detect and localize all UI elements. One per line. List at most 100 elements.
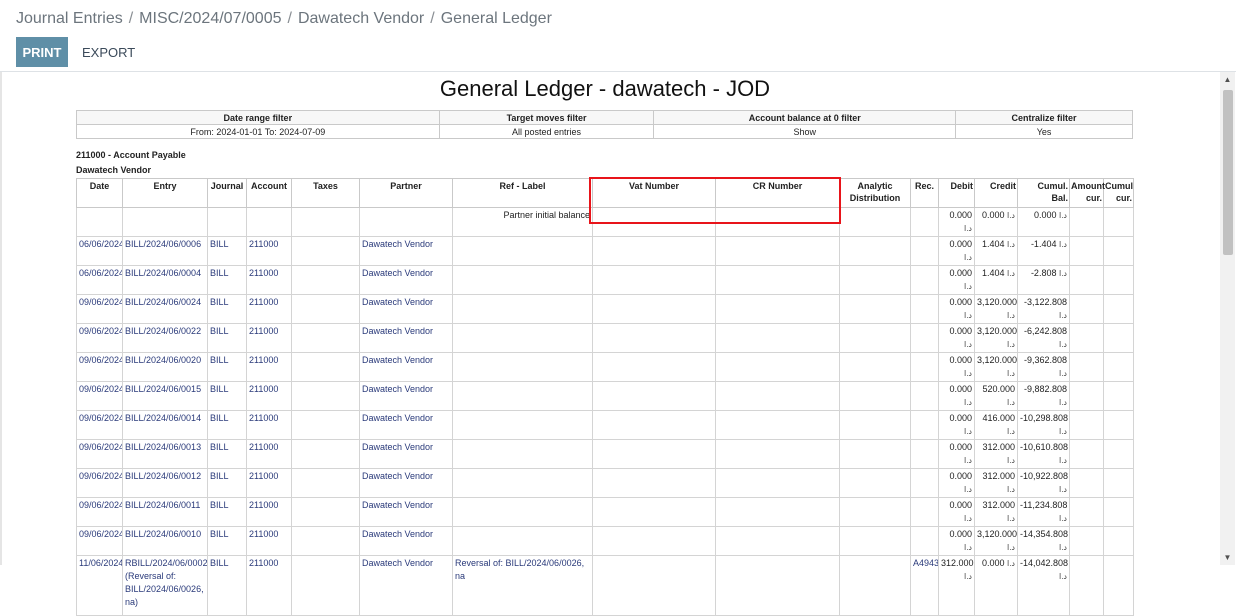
scroll-up-arrow-icon[interactable]: ▲: [1220, 72, 1235, 87]
cell-ref-label[interactable]: [452, 497, 593, 527]
cell-journal[interactable]: BILL: [207, 265, 247, 295]
cell-ref-label[interactable]: [452, 265, 593, 295]
scroll-down-arrow-icon[interactable]: ▼: [1220, 550, 1235, 565]
cell-cr-number: [715, 468, 840, 498]
cell-ref-label[interactable]: [452, 323, 593, 353]
cell-date[interactable]: 06/06/2024: [76, 265, 123, 295]
cell-account[interactable]: 211000: [246, 352, 292, 382]
cell-partner[interactable]: Dawatech Vendor: [359, 236, 453, 266]
cell-date[interactable]: 09/06/2024: [76, 381, 123, 411]
cell-date[interactable]: 09/06/2024: [76, 352, 123, 382]
cell-rec[interactable]: [910, 352, 939, 382]
cell-entry[interactable]: BILL/2024/06/0024: [122, 294, 208, 324]
cell-analytic: [839, 526, 911, 556]
cell-rec[interactable]: [910, 526, 939, 556]
column-header-ref-label: Ref - Label: [452, 178, 593, 208]
cell-partner[interactable]: Dawatech Vendor: [359, 439, 453, 469]
cell-partner[interactable]: Dawatech Vendor: [359, 468, 453, 498]
cell-entry[interactable]: BILL/2024/06/0006: [122, 236, 208, 266]
cell-date[interactable]: 09/06/2024: [76, 323, 123, 353]
print-button[interactable]: PRINT: [16, 37, 68, 67]
cell-journal[interactable]: BILL: [207, 323, 247, 353]
cell-entry[interactable]: BILL/2024/06/0010: [122, 526, 208, 556]
cell-date[interactable]: 09/06/2024: [76, 410, 123, 440]
cell-rec[interactable]: [910, 439, 939, 469]
cell-account[interactable]: 211000: [246, 265, 292, 295]
cell-entry[interactable]: BILL/2024/06/0004: [122, 265, 208, 295]
cell-cr-number: [715, 381, 840, 411]
cell-partner[interactable]: Dawatech Vendor: [359, 497, 453, 527]
breadcrumb-item-partner[interactable]: Dawatech Vendor: [298, 10, 424, 27]
cell-taxes: [291, 265, 360, 295]
cell-date[interactable]: 06/06/2024: [76, 236, 123, 266]
cell-account[interactable]: 211000: [246, 468, 292, 498]
cell-partner[interactable]: Dawatech Vendor: [359, 323, 453, 353]
cell-rec[interactable]: [910, 381, 939, 411]
cell-debit: 0.000 د.ا: [938, 439, 975, 469]
cell-partner[interactable]: Dawatech Vendor: [359, 526, 453, 556]
cell-partner[interactable]: Dawatech Vendor: [359, 410, 453, 440]
cell-account[interactable]: 211000: [246, 236, 292, 266]
initial-balance-label: Partner initial balance: [452, 207, 593, 237]
cell-rec[interactable]: [910, 236, 939, 266]
cell-entry[interactable]: BILL/2024/06/0014: [122, 410, 208, 440]
cell-date[interactable]: 09/06/2024: [76, 294, 123, 324]
cell-account[interactable]: 211000: [246, 526, 292, 556]
cell-ref-label[interactable]: [452, 468, 593, 498]
cell-journal[interactable]: BILL: [207, 526, 247, 556]
cell-ref-label[interactable]: [452, 381, 593, 411]
cell-entry[interactable]: BILL/2024/06/0022: [122, 323, 208, 353]
cell-journal[interactable]: BILL: [207, 497, 247, 527]
cell-amount-cur: [1069, 294, 1104, 324]
cell-ref-label[interactable]: [452, 294, 593, 324]
cell-date[interactable]: 09/06/2024: [76, 468, 123, 498]
cell-entry[interactable]: BILL/2024/06/0020: [122, 352, 208, 382]
cell-account[interactable]: 211000: [246, 497, 292, 527]
scroll-thumb[interactable]: [1223, 90, 1233, 255]
cell-rec[interactable]: [910, 410, 939, 440]
cell-credit: 312.000 د.ا: [974, 468, 1018, 498]
cell-journal[interactable]: BILL: [207, 468, 247, 498]
cell-account[interactable]: 211000: [246, 294, 292, 324]
vertical-scrollbar[interactable]: ▲ ▼: [1220, 72, 1235, 565]
cell-rec[interactable]: [910, 294, 939, 324]
cell-rec[interactable]: [910, 265, 939, 295]
cell-rec[interactable]: [910, 468, 939, 498]
cell-journal[interactable]: BILL: [207, 352, 247, 382]
cell-ref-label[interactable]: [452, 526, 593, 556]
cell-cumul-cur: [1103, 323, 1134, 353]
export-button[interactable]: EXPORT: [82, 45, 135, 60]
cell-journal[interactable]: BILL: [207, 294, 247, 324]
cell-date[interactable]: 09/06/2024: [76, 526, 123, 556]
ledger-body: Partner initial balance 0.000 د.ا 0.000 …: [76, 207, 1134, 616]
cell-journal[interactable]: BILL: [207, 381, 247, 411]
cell-rec[interactable]: [910, 323, 939, 353]
cell-entry[interactable]: BILL/2024/06/0015: [122, 381, 208, 411]
cell-ref-label[interactable]: [452, 236, 593, 266]
cell-partner[interactable]: Dawatech Vendor: [359, 265, 453, 295]
cell-entry[interactable]: BILL/2024/06/0013: [122, 439, 208, 469]
cell-journal[interactable]: BILL: [207, 410, 247, 440]
report-title: General Ledger - dawatech - JOD: [439, 76, 771, 101]
cell-partner[interactable]: Dawatech Vendor: [359, 294, 453, 324]
cell-rec[interactable]: [910, 497, 939, 527]
cell-partner[interactable]: Dawatech Vendor: [359, 381, 453, 411]
cell-ref-label[interactable]: [452, 352, 593, 382]
cell-entry[interactable]: BILL/2024/06/0012: [122, 468, 208, 498]
cell-account[interactable]: 211000: [246, 323, 292, 353]
cell-amount-cur: [1069, 352, 1104, 382]
breadcrumb-item-entry[interactable]: MISC/2024/07/0005: [139, 10, 281, 27]
cell-account[interactable]: 211000: [246, 410, 292, 440]
cell-journal[interactable]: BILL: [207, 439, 247, 469]
breadcrumb-item-journal-entries[interactable]: Journal Entries: [16, 10, 123, 27]
cell-entry[interactable]: BILL/2024/06/0011: [122, 497, 208, 527]
cell-date[interactable]: 09/06/2024: [76, 497, 123, 527]
cell-ref-label[interactable]: [452, 410, 593, 440]
table-row: 09/06/2024 BILL/2024/06/0014 BILL 211000 Daw…: [76, 410, 1134, 440]
cell-account[interactable]: 211000: [246, 381, 292, 411]
cell-partner[interactable]: Dawatech Vendor: [359, 352, 453, 382]
cell-ref-label[interactable]: [452, 439, 593, 469]
cell-account[interactable]: 211000: [246, 439, 292, 469]
cell-date[interactable]: 09/06/2024: [76, 439, 123, 469]
cell-journal[interactable]: BILL: [207, 236, 247, 266]
